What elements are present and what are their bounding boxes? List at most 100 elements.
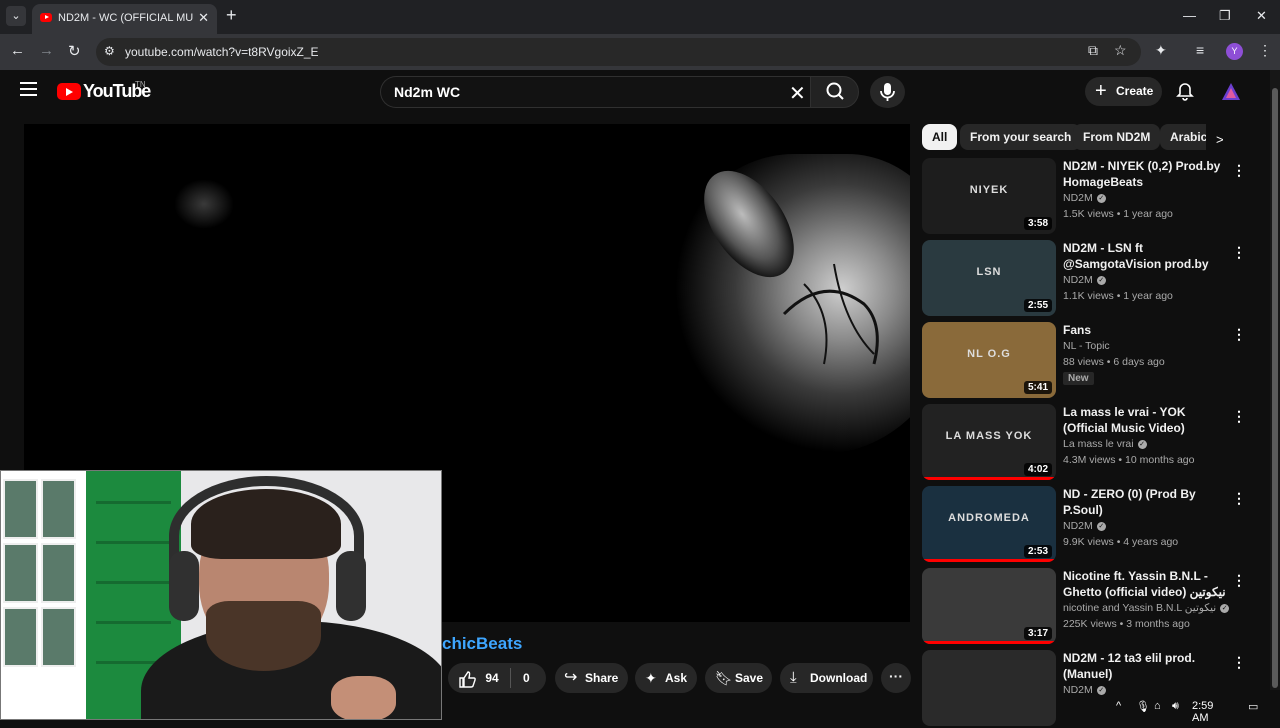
thumbnail-text: NL O.G (967, 348, 1011, 360)
clear-search-icon[interactable]: ✕ (789, 81, 806, 106)
recommendation-thumbnail[interactable]: 3:17 (922, 568, 1056, 644)
watch-progress-bar (922, 477, 1056, 480)
create-button[interactable]: + Create (1085, 77, 1162, 106)
tray-network-icon[interactable]: ⌂ (1154, 700, 1161, 712)
recommendation-channel[interactable]: nicotine and Yassin B.N.L نيكوتين ✓ (1063, 602, 1230, 614)
recommendation-title[interactable]: Nicotine ft. Yassin B.N.L - Ghetto (offi… (1063, 568, 1228, 600)
search-icon (826, 82, 844, 100)
media-controls-icon[interactable]: ≡ (1196, 42, 1204, 58)
ask-button[interactable]: ✦ Ask (635, 663, 697, 693)
kebab-menu-icon[interactable]: ⋮ (1232, 244, 1246, 261)
recommendation-channel[interactable]: ND2M ✓ (1063, 274, 1106, 286)
recommendation-thumbnail[interactable]: ANDROMEDA 2:53 (922, 486, 1056, 562)
chip-all[interactable]: All (922, 124, 958, 150)
recommendation-channel[interactable]: NL - Topic (1063, 340, 1110, 352)
recommendation-title[interactable]: ND2M - 12 ta3 elil prod. (Manuel) (1063, 650, 1228, 682)
recommendation-channel[interactable]: ND2M ✓ (1063, 520, 1106, 532)
kebab-menu-icon[interactable]: ⋮ (1232, 326, 1246, 343)
recommendation-meta: 9.9K views • 4 years ago (1063, 536, 1179, 548)
recommendation-thumbnail[interactable]: LSN 2:55 (922, 240, 1056, 316)
guide-menu-icon[interactable] (20, 82, 37, 96)
recommendation-card[interactable]: 3:17 Nicotine ft. Yassin B.N.L - Ghetto (… (922, 568, 1262, 646)
video-duration: 3:17 (1023, 627, 1052, 640)
back-arrow-icon[interactable]: ← (10, 42, 25, 59)
browser-tab-active[interactable]: ND2M - WC (OFFICIAL MUSIC VIDEO) ✕ (32, 4, 217, 34)
notifications-bell-icon[interactable] (1175, 82, 1195, 102)
search-button[interactable] (810, 76, 859, 108)
recommendation-card[interactable]: LSN 2:55 ND2M - LSN ft @SamgotaVision prod… (922, 240, 1262, 318)
headphone-cup-right (336, 551, 366, 621)
recommendation-thumbnail[interactable]: LA MASS YOK 4:02 (922, 404, 1056, 480)
recommendation-channel[interactable]: ND2M ✓ (1063, 684, 1106, 696)
description-channel-link[interactable]: chicBeats (442, 634, 522, 654)
tab-close-button[interactable]: ✕ (198, 10, 209, 26)
shutter-slat (96, 501, 171, 504)
site-info-icon[interactable]: ⚙ (104, 44, 115, 58)
recommendation-title[interactable]: ND2M - NIYEK (0,2) Prod.by HomageBeats (1063, 158, 1228, 190)
kebab-menu-icon[interactable]: ⋮ (1232, 162, 1246, 179)
kebab-menu-icon[interactable]: ⋮ (1232, 490, 1246, 507)
restore-icon[interactable]: ❐ (1219, 8, 1231, 24)
more-actions-icon[interactable]: ··· (881, 663, 911, 693)
search-input[interactable]: Nd2m WC ✕ (380, 76, 816, 108)
recommendation-channel[interactable]: ND2M ✓ (1063, 192, 1106, 204)
dislike-button[interactable]: 0 (523, 663, 530, 693)
tray-chevron-icon[interactable]: ^ (1116, 700, 1121, 712)
video-duration: 5:41 (1023, 381, 1052, 394)
youtube-logo-icon[interactable] (57, 83, 81, 100)
notification-center-icon[interactable]: ▭ (1248, 700, 1258, 713)
recommendation-channel[interactable]: La mass le vrai ✓ (1063, 438, 1147, 450)
reload-icon[interactable]: ↻ (68, 42, 81, 60)
recommendation-meta: 88 views • 6 days ago (1063, 356, 1165, 368)
recommendation-title[interactable]: ND2M - LSN ft @SamgotaVision prod.by (Sa… (1063, 240, 1228, 272)
tray-volume-icon[interactable]: 🔊︎ (1172, 700, 1179, 713)
chip-from-nd2m[interactable]: From ND2M (1073, 124, 1161, 150)
voice-search-button[interactable] (870, 76, 905, 108)
install-app-icon[interactable]: ⧉ (1088, 42, 1098, 59)
chip-from-your-search[interactable]: From your search (960, 124, 1082, 150)
webcam-window-pane (41, 543, 76, 603)
scrollbar-thumb[interactable] (1272, 88, 1278, 688)
kebab-menu-icon[interactable]: ⋮ (1232, 572, 1246, 589)
recommendation-title[interactable]: La mass le vrai - YOK (Official Music Vi… (1063, 404, 1228, 436)
recommendation-card[interactable]: LA MASS YOK 4:02 La mass le vrai - YOK (Of… (922, 404, 1262, 482)
search-query: Nd2m WC (394, 84, 461, 100)
recommendation-card[interactable]: NIYEK 3:58 ND2M - NIYEK (0,2) Prod.by Homa… (922, 158, 1262, 236)
address-bar[interactable]: ⚙ youtube.com/watch?v=t8RVgoixZ_E (96, 38, 1141, 66)
youtube-header: YouTube TN Nd2m WC ✕ + Create (0, 70, 1270, 114)
account-avatar[interactable] (1221, 82, 1241, 102)
webcam-overlay (0, 470, 442, 720)
tray-mic-icon[interactable]: 🎙︎ (1136, 700, 1150, 713)
kebab-menu-icon[interactable]: ⋮ (1232, 408, 1246, 425)
chevron-right-icon[interactable]: > (1216, 132, 1224, 147)
chip-arabic[interactable]: Arabic (1160, 124, 1206, 150)
minimize-icon[interactable]: — (1183, 8, 1196, 23)
kebab-menu-icon[interactable]: ⋮ (1232, 654, 1246, 671)
download-button[interactable]: ⤓ Download (780, 663, 873, 693)
shutter-slat (96, 621, 171, 624)
thumbnail-text: LSN (976, 266, 1002, 278)
recommendation-thumbnail[interactable]: NL O.G 5:41 (922, 322, 1056, 398)
share-button[interactable]: ↪ Share (555, 663, 628, 693)
window-close-icon[interactable]: ✕ (1256, 8, 1267, 24)
bookmark-star-icon[interactable]: ☆ (1114, 42, 1127, 59)
recommendation-title[interactable]: Fans (1063, 322, 1228, 338)
browser-menu-icon[interactable]: ⋮ (1258, 42, 1272, 59)
like-button[interactable]: 94 (458, 663, 499, 693)
recommendation-meta: 1.5K views • 1 year ago (1063, 208, 1173, 220)
webcam-hand (331, 676, 396, 719)
recommendation-thumbnail[interactable]: NIYEK 3:58 (922, 158, 1056, 234)
page-scrollbar[interactable] (1270, 70, 1280, 690)
forward-arrow-icon[interactable]: → (39, 42, 54, 59)
recommendation-title[interactable]: ND - ZERO (0) (Prod By P.Soul) (1063, 486, 1228, 518)
save-button[interactable]: 🔖︎ Save (705, 663, 772, 693)
recommendation-thumbnail[interactable] (922, 650, 1056, 726)
tray-clock[interactable]: 2:59 AM (1192, 700, 1213, 724)
new-tab-button[interactable]: + (226, 5, 237, 26)
channel-name: ND2M (1063, 274, 1093, 286)
recommendation-card[interactable]: NL O.G 5:41 Fans NL - Topic 88 views • 6 day… (922, 322, 1262, 400)
recommendation-card[interactable]: ANDROMEDA 2:53 ND - ZERO (0) (Prod By P.So… (922, 486, 1262, 564)
profile-avatar[interactable]: Y (1226, 43, 1243, 60)
extensions-icon[interactable]: ✦ (1155, 42, 1167, 59)
tab-search-button[interactable]: ⌄ (6, 6, 26, 26)
